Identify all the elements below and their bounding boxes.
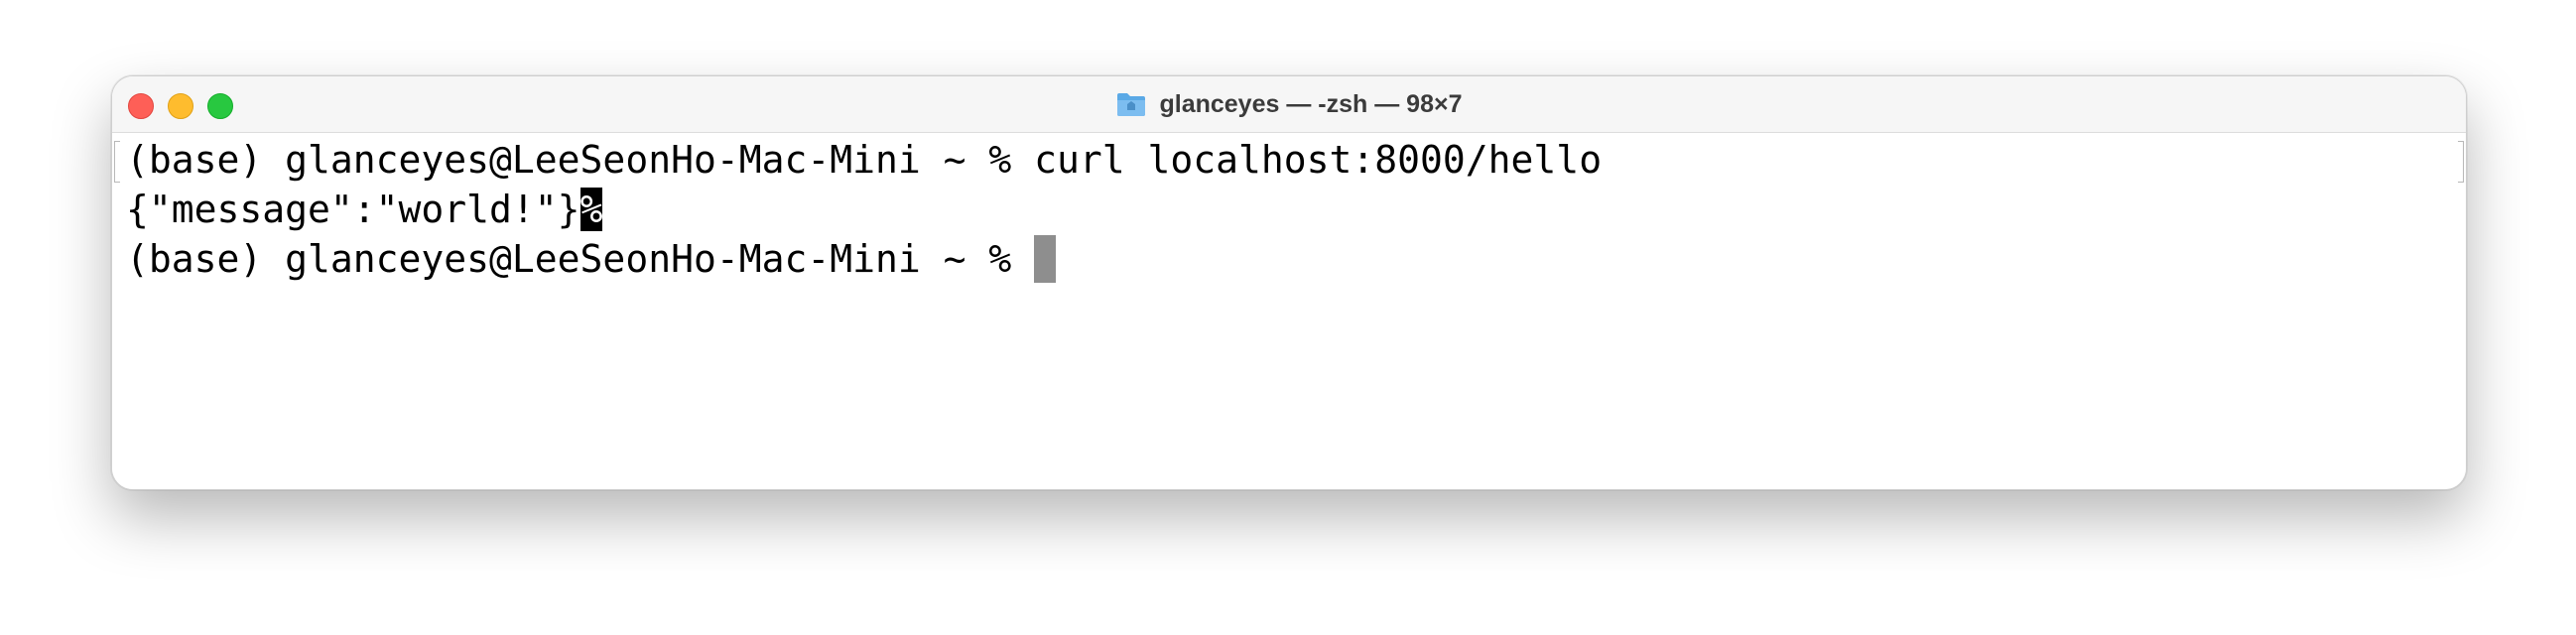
- terminal-line-3: (base) glanceyes@LeeSeonHo-Mac-Mini ~ %: [126, 234, 1057, 284]
- title-bar[interactable]: glanceyes — -zsh — 98×7: [112, 76, 2466, 133]
- partial-line-marker: %: [580, 188, 603, 231]
- mark-bracket-right: [2458, 141, 2464, 183]
- text-cursor: [1034, 235, 1057, 283]
- window-title-text: glanceyes — -zsh — 98×7: [1159, 89, 1463, 118]
- prompt: (base) glanceyes@LeeSeonHo-Mac-Mini ~ %: [126, 237, 1035, 281]
- command-output: {"message":"world!"}: [126, 188, 580, 231]
- terminal-window: glanceyes — -zsh — 98×7 (base) glanceyes…: [111, 75, 2467, 490]
- terminal-line-1: (base) glanceyes@LeeSeonHo-Mac-Mini ~ % …: [126, 135, 1602, 185]
- command-line: (base) glanceyes@LeeSeonHo-Mac-Mini ~ % …: [126, 138, 1603, 182]
- terminal-line-2: {"message":"world!"}%: [126, 185, 603, 234]
- window-title: glanceyes — -zsh — 98×7: [112, 76, 2466, 132]
- mark-bracket-left: [114, 141, 120, 183]
- folder-icon: [1115, 90, 1147, 118]
- terminal-content[interactable]: (base) glanceyes@LeeSeonHo-Mac-Mini ~ % …: [112, 133, 2466, 489]
